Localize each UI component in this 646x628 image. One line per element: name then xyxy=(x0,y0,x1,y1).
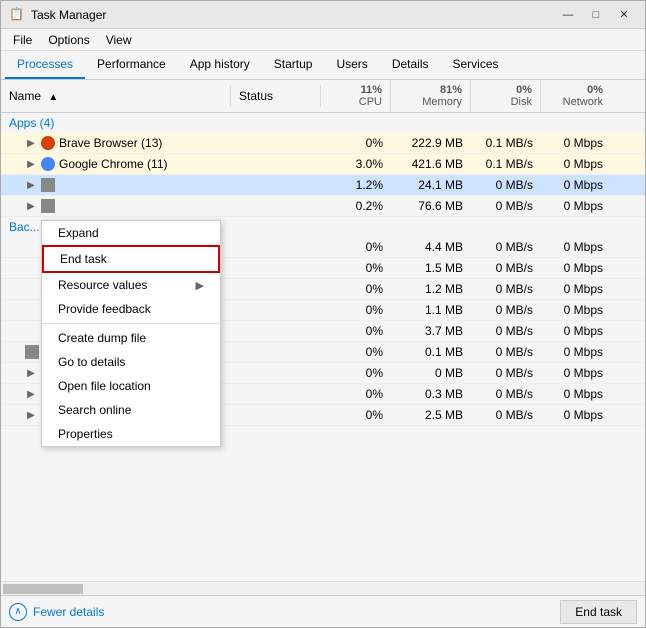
row-network-brave: 0 Mbps xyxy=(541,133,611,153)
expand-icon-brave[interactable]: ▶ xyxy=(25,137,37,149)
table-row[interactable]: ▶ Brave Browser (13) 0% 222.9 MB 0.1 MB/… xyxy=(1,133,645,154)
ctx-item-search-online[interactable]: Search online xyxy=(42,398,220,422)
row-memory-brave: 222.9 MB xyxy=(391,133,471,153)
expand-icon-selected[interactable]: ▶ xyxy=(25,179,37,191)
expand-icon-feeds[interactable]: ▶ xyxy=(25,367,37,379)
close-button[interactable]: ✕ xyxy=(611,5,637,25)
row-disk-selected: 0 MB/s xyxy=(471,175,541,195)
table-row[interactable]: ▶ 0.2% 76.6 MB 0 MB/s 0 Mbps xyxy=(1,196,645,217)
row-network-chrome: 0 Mbps xyxy=(541,154,611,174)
menu-options[interactable]: Options xyxy=(40,31,97,49)
row-memory-chrome: 421.6 MB xyxy=(391,154,471,174)
horizontal-scrollbar[interactable] xyxy=(1,581,645,595)
context-menu: Expand End task Resource values ▶ Provid… xyxy=(41,220,221,447)
ctx-item-resource-values[interactable]: Resource values ▶ xyxy=(42,273,220,297)
row-memory-app4: 76.6 MB xyxy=(391,196,471,216)
tabs-bar: Processes Performance App history Startu… xyxy=(1,51,645,80)
expand-icon-gaming[interactable]: ▶ xyxy=(25,409,37,421)
row-cpu-selected: 1.2% xyxy=(321,175,391,195)
ctx-item-properties[interactable]: Properties xyxy=(42,422,220,446)
chrome-icon xyxy=(41,157,55,171)
tab-processes[interactable]: Processes xyxy=(5,51,85,79)
row-status-app4 xyxy=(231,203,321,209)
tab-services[interactable]: Services xyxy=(441,51,511,79)
col-header-name[interactable]: Name ▲ xyxy=(1,85,231,107)
fewer-details-icon: ∧ xyxy=(9,603,27,621)
expand-icon-app4[interactable]: ▶ xyxy=(25,200,37,212)
col-header-disk[interactable]: 0% Disk xyxy=(471,80,541,112)
col-header-network[interactable]: 0% Network xyxy=(541,80,611,112)
row-cpu-app4: 0.2% xyxy=(321,196,391,216)
tab-users[interactable]: Users xyxy=(324,51,379,79)
selected-app-icon xyxy=(41,178,55,192)
tab-app-history[interactable]: App history xyxy=(178,51,262,79)
row-name-app4: ▶ xyxy=(1,196,231,216)
row-status-brave xyxy=(231,140,321,146)
row-network-selected: 0 Mbps xyxy=(541,175,611,195)
menu-bar: File Options View xyxy=(1,29,645,51)
minimize-button[interactable]: — xyxy=(555,5,581,25)
row-disk-brave: 0.1 MB/s xyxy=(471,133,541,153)
features-icon xyxy=(25,345,39,359)
row-cpu-chrome: 3.0% xyxy=(321,154,391,174)
section-background-label: Bac... xyxy=(9,220,40,234)
submenu-arrow: ▶ xyxy=(196,279,204,292)
row-network-app4: 0 Mbps xyxy=(541,196,611,216)
section-apps-header: Apps (4) xyxy=(1,113,645,133)
menu-file[interactable]: File xyxy=(5,31,40,49)
row-disk-chrome: 0.1 MB/s xyxy=(471,154,541,174)
tab-startup[interactable]: Startup xyxy=(262,51,325,79)
col-header-cpu[interactable]: 11% CPU xyxy=(321,80,391,112)
ctx-item-expand[interactable]: Expand xyxy=(42,221,220,245)
bottom-bar: ∧ Fewer details End task xyxy=(1,595,645,627)
brave-icon xyxy=(41,136,55,150)
row-disk-app4: 0 MB/s xyxy=(471,196,541,216)
fewer-details-button[interactable]: ∧ Fewer details xyxy=(9,603,104,621)
section-apps-label: Apps (4) xyxy=(9,116,54,130)
window-controls: — □ ✕ xyxy=(555,5,637,25)
menu-view[interactable]: View xyxy=(98,31,140,49)
expand-icon-chrome[interactable]: ▶ xyxy=(25,158,37,170)
ctx-item-end-task[interactable]: End task xyxy=(42,245,220,273)
ctx-item-create-dump[interactable]: Create dump file xyxy=(42,326,220,350)
ctx-item-provide-feedback[interactable]: Provide feedback xyxy=(42,297,220,321)
ctx-item-go-to-details[interactable]: Go to details xyxy=(42,350,220,374)
row-memory-selected: 24.1 MB xyxy=(391,175,471,195)
window-title: Task Manager xyxy=(31,8,555,22)
sort-arrow-name: ▲ xyxy=(48,92,58,103)
ctx-item-open-file-location[interactable]: Open file location xyxy=(42,374,220,398)
horiz-scroll-thumb[interactable] xyxy=(3,584,83,594)
maximize-button[interactable]: □ xyxy=(583,5,609,25)
expand-icon-films[interactable]: ▶ xyxy=(25,388,37,400)
table-header: Name ▲ Status 11% CPU 81% Memory 0% Disk… xyxy=(1,80,645,113)
row-name-chrome: ▶ Google Chrome (11) xyxy=(1,154,231,174)
tab-details[interactable]: Details xyxy=(380,51,441,79)
row-status-chrome xyxy=(231,161,321,167)
col-header-status[interactable]: Status xyxy=(231,85,321,107)
main-content: Name ▲ Status 11% CPU 81% Memory 0% Disk… xyxy=(1,80,645,595)
row-status-selected xyxy=(231,182,321,188)
table-row[interactable]: ▶ 1.2% 24.1 MB 0 MB/s 0 Mbps xyxy=(1,175,645,196)
col-header-memory[interactable]: 81% Memory xyxy=(391,80,471,112)
table-row[interactable]: ▶ Google Chrome (11) 3.0% 421.6 MB 0.1 M… xyxy=(1,154,645,175)
row-name-brave: ▶ Brave Browser (13) xyxy=(1,133,231,153)
app-icon: 📋 xyxy=(9,7,25,23)
end-task-button[interactable]: End task xyxy=(560,600,637,624)
row-name-selected: ▶ xyxy=(1,175,231,195)
app4-icon xyxy=(41,199,55,213)
title-bar: 📋 Task Manager — □ ✕ xyxy=(1,1,645,29)
row-cpu-brave: 0% xyxy=(321,133,391,153)
tab-performance[interactable]: Performance xyxy=(85,51,178,79)
task-manager-window: 📋 Task Manager — □ ✕ File Options View P… xyxy=(0,0,646,628)
ctx-separator-1 xyxy=(42,323,220,324)
